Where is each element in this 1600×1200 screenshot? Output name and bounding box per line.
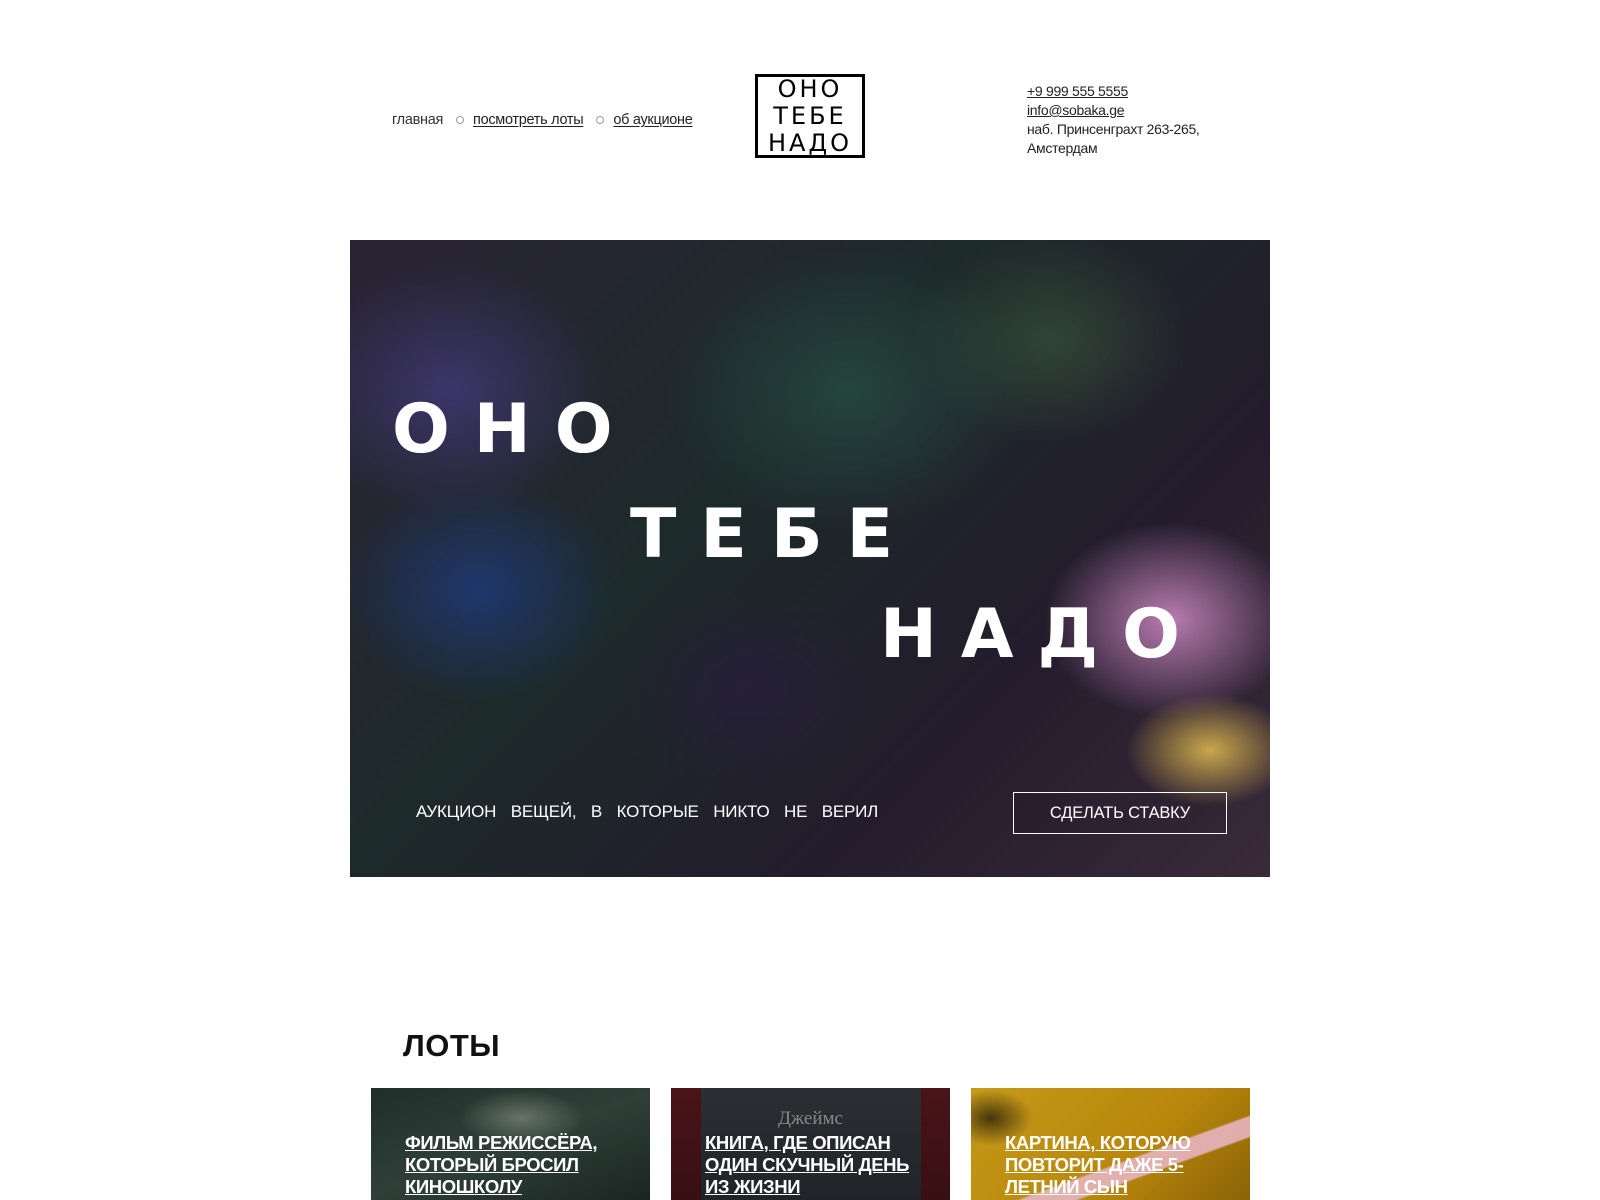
logo-line: НАДО	[767, 129, 853, 157]
lots-heading: ЛОТЫ	[403, 1028, 501, 1063]
hero-title-line: ТЕБЕ	[630, 495, 918, 574]
nav-separator-dot	[456, 116, 465, 124]
contacts-block: +9 999 555 5555 info@sobaka.ge наб. Прин…	[1027, 82, 1207, 158]
email-link[interactable]: info@sobaka.ge	[1027, 101, 1207, 120]
nav-separator-dot	[596, 116, 605, 124]
lot-title-link[interactable]: КНИГА, ГДЕ ОПИСАН ОДИН СКУЧНЫЙ ДЕНЬ ИЗ Ж…	[705, 1132, 935, 1198]
lot-title-link[interactable]: КАРТИНА, КОТОРУЮ ПОВТОРИТ ДАЖЕ 5-ЛЕТНИЙ …	[1005, 1132, 1235, 1198]
lot-card[interactable]: ФИЛЬМ РЕЖИССЁРА, КОТОРЫЙ БРОСИЛ КИНОШКОЛ…	[371, 1088, 650, 1200]
hero-banner: ОНО ТЕБЕ НАДО АУКЦИОН ВЕЩЕЙ, В КОТОРЫЕ Н…	[350, 240, 1270, 877]
lot-card[interactable]: Джеймс КНИГА, ГДЕ ОПИСАН ОДИН СКУЧНЫЙ ДЕ…	[671, 1088, 950, 1200]
place-bid-button[interactable]: СДЕЛАТЬ СТАВКУ	[1013, 792, 1227, 834]
site-header: главная посмотреть лоты об аукционе ОНО …	[0, 0, 1600, 200]
hero-title-line: НАДО	[880, 595, 1204, 674]
phone-link[interactable]: +9 999 555 5555	[1027, 82, 1207, 101]
hero-title-line: ОНО	[392, 390, 637, 469]
hero-tagline: АУКЦИОН ВЕЩЕЙ, В КОТОРЫЕ НИКТО НЕ ВЕРИЛ	[416, 802, 879, 821]
nav-item-about[interactable]: об аукционе	[613, 112, 692, 128]
book-cover-text: Джеймс	[778, 1108, 843, 1129]
nav-item-lots[interactable]: посмотреть лоты	[473, 112, 584, 128]
address-text: наб. Принсенграхт 263-265, Амстердам	[1027, 121, 1200, 156]
lot-title-link[interactable]: ФИЛЬМ РЕЖИССЁРА, КОТОРЫЙ БРОСИЛ КИНОШКОЛ…	[405, 1132, 635, 1198]
lots-list: ФИЛЬМ РЕЖИССЁРА, КОТОРЫЙ БРОСИЛ КИНОШКОЛ…	[371, 1088, 1250, 1200]
logo-line: ТЕБЕ	[773, 102, 847, 130]
lot-card[interactable]: КАРТИНА, КОТОРУЮ ПОВТОРИТ ДАЖЕ 5-ЛЕТНИЙ …	[971, 1088, 1250, 1200]
nav-item-home[interactable]: главная	[392, 112, 443, 128]
logo-line: ОНО	[777, 75, 843, 103]
main-nav: главная посмотреть лоты об аукционе	[392, 112, 693, 128]
site-logo[interactable]: ОНО ТЕБЕ НАДО	[755, 74, 865, 158]
